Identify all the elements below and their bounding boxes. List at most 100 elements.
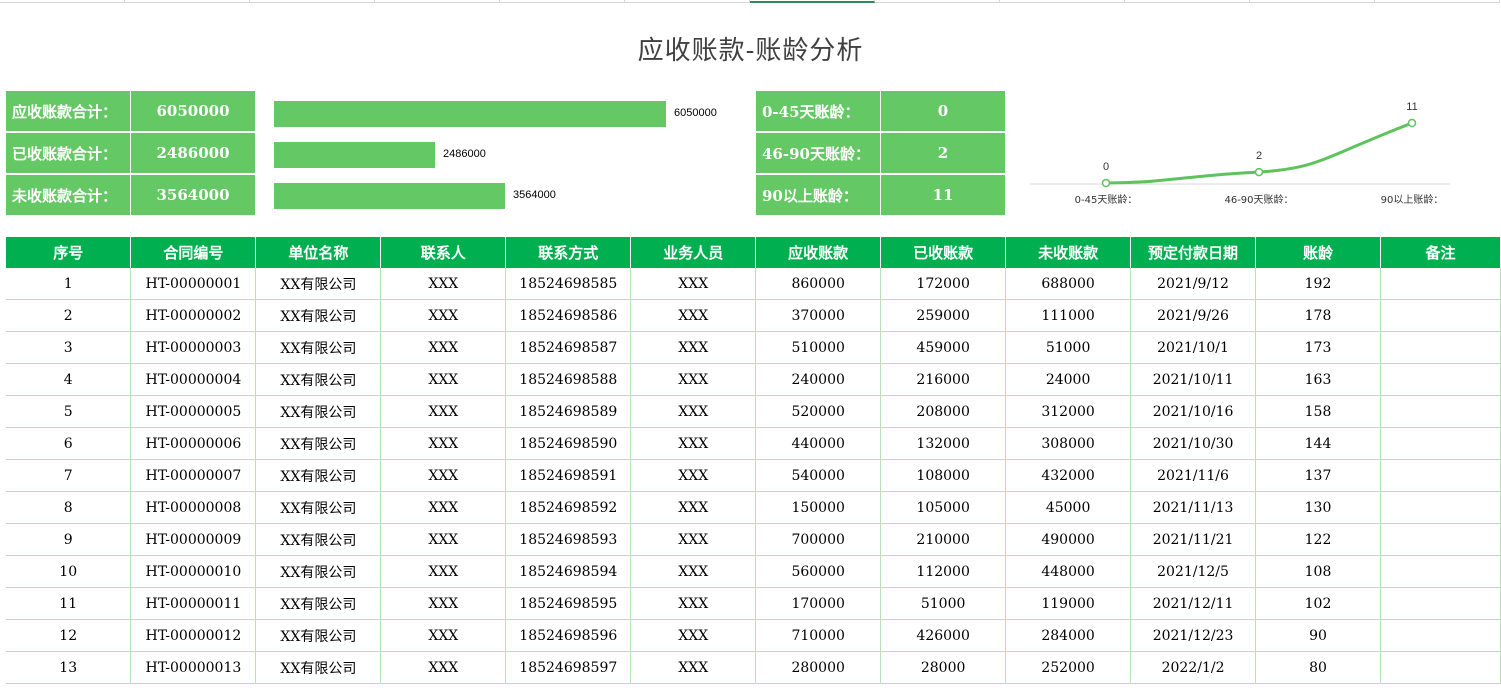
aging-line-chart[interactable]: 0 0-45天账龄： 2 46-90天账龄： 11 90以上账龄： [1020,90,1460,218]
table-cell[interactable]: 2021/9/12 [1130,268,1257,300]
table-cell[interactable]: 284000 [1005,619,1132,652]
table-cell[interactable]: XXX [630,651,757,684]
table-cell[interactable]: 3 [6,331,132,364]
aging-label[interactable]: 46-90天账龄： [756,133,880,173]
column-header-cell[interactable] [1125,0,1250,3]
table-cell[interactable]: 860000 [755,268,882,300]
table-cell[interactable]: 28000 [880,651,1007,684]
table-cell[interactable]: 122 [1255,523,1381,556]
table-cell[interactable]: 308000 [1005,427,1132,460]
table-cell[interactable]: 2021/12/5 [1130,555,1257,588]
table-cell[interactable]: XX有限公司 [255,268,382,300]
table-cell[interactable]: XXX [630,299,757,332]
table-cell[interactable]: 111000 [1005,299,1132,332]
table-cell[interactable]: 6 [6,427,132,460]
aging-value[interactable]: 0 [881,91,1005,131]
summary-value[interactable]: 2486000 [131,133,255,173]
table-cell[interactable]: 18524698590 [505,427,632,460]
table-cell[interactable] [1379,395,1501,428]
table-cell[interactable]: 178 [1255,299,1381,332]
data-point[interactable] [1254,167,1264,177]
aging-value[interactable]: 11 [881,175,1005,215]
table-cell[interactable]: HT-00000007 [130,459,257,492]
table-cell[interactable]: XXX [380,363,507,396]
data-point[interactable] [1407,118,1417,128]
column-header-cell[interactable] [875,0,1000,3]
table-cell[interactable]: 432000 [1005,459,1132,492]
table-cell[interactable]: XXX [630,427,757,460]
table-cell[interactable]: 173 [1255,331,1381,364]
table-cell[interactable] [1379,491,1501,524]
column-header[interactable]: 联系人 [380,237,507,268]
table-cell[interactable]: 426000 [880,619,1007,652]
table-cell[interactable]: XXX [380,268,507,300]
table-cell[interactable]: 108 [1255,555,1381,588]
table-cell[interactable]: 252000 [1005,651,1132,684]
table-cell[interactable]: HT-00000004 [130,363,257,396]
table-cell[interactable]: 208000 [880,395,1007,428]
column-header-cell[interactable] [0,0,125,3]
table-cell[interactable]: XXX [630,331,757,364]
table-cell[interactable]: 540000 [755,459,882,492]
table-cell[interactable]: 490000 [1005,523,1132,556]
table-cell[interactable]: XXX [630,619,757,652]
table-cell[interactable] [1379,427,1501,460]
table-cell[interactable] [1379,651,1501,684]
table-cell[interactable]: 7 [6,459,132,492]
table-cell[interactable] [1379,268,1501,300]
table-cell[interactable]: 13 [6,651,132,684]
table-cell[interactable]: 520000 [755,395,882,428]
summary-outstanding[interactable]: 未收账款合计： 3564000 [6,175,255,215]
table-cell[interactable]: 312000 [1005,395,1132,428]
column-header[interactable]: 联系方式 [505,237,632,268]
table-cell[interactable]: HT-00000001 [130,268,257,300]
table-cell[interactable]: 18524698595 [505,587,632,620]
table-cell[interactable]: 163 [1255,363,1381,396]
table-cell[interactable]: 137 [1255,459,1381,492]
table-cell[interactable]: 710000 [755,619,882,652]
aging-label[interactable]: 90以上账龄： [756,175,880,215]
table-cell[interactable]: 150000 [755,491,882,524]
table-cell[interactable]: 210000 [880,523,1007,556]
table-cell[interactable]: 105000 [880,491,1007,524]
table-cell[interactable]: 172000 [880,268,1007,300]
table-cell[interactable]: 18524698594 [505,555,632,588]
table-cell[interactable]: XX有限公司 [255,459,382,492]
column-header-cell[interactable] [375,0,500,3]
column-header-cell[interactable] [250,0,375,3]
table-cell[interactable]: XX有限公司 [255,619,382,652]
column-header[interactable]: 备注 [1380,237,1501,268]
table-cell[interactable]: XX有限公司 [255,427,382,460]
table-cell[interactable]: 4 [6,363,132,396]
table-cell[interactable]: 5 [6,395,132,428]
table-cell[interactable]: XXX [630,363,757,396]
column-header-cell[interactable] [1375,0,1500,3]
table-cell[interactable]: XXX [630,523,757,556]
table-cell[interactable]: XX有限公司 [255,491,382,524]
table-cell[interactable]: HT-00000013 [130,651,257,684]
table-cell[interactable]: 18524698585 [505,268,632,300]
column-header-cell[interactable] [1000,0,1125,3]
table-cell[interactable]: 18524698587 [505,331,632,364]
column-header[interactable]: 账龄 [1255,237,1381,268]
bar[interactable] [274,183,505,209]
table-cell[interactable]: 2021/10/30 [1130,427,1257,460]
table-cell[interactable]: XX有限公司 [255,555,382,588]
table-cell[interactable]: 18524698586 [505,299,632,332]
aging-value[interactable]: 2 [881,133,1005,173]
table-cell[interactable] [1379,587,1501,620]
table-cell[interactable] [1379,555,1501,588]
table-cell[interactable]: 18524698597 [505,651,632,684]
column-header[interactable]: 已收账款 [880,237,1007,268]
table-cell[interactable]: 2021/10/16 [1130,395,1257,428]
summary-label[interactable]: 未收账款合计： [6,175,130,215]
table-cell[interactable] [1379,459,1501,492]
table-cell[interactable]: 2021/11/6 [1130,459,1257,492]
column-header[interactable]: 业务人员 [630,237,757,268]
table-cell[interactable]: HT-00000003 [130,331,257,364]
table-cell[interactable]: 11 [6,587,132,620]
table-cell[interactable]: 2021/12/11 [1130,587,1257,620]
table-cell[interactable]: 18524698592 [505,491,632,524]
table-cell[interactable]: 459000 [880,331,1007,364]
column-header[interactable]: 序号 [6,237,132,268]
